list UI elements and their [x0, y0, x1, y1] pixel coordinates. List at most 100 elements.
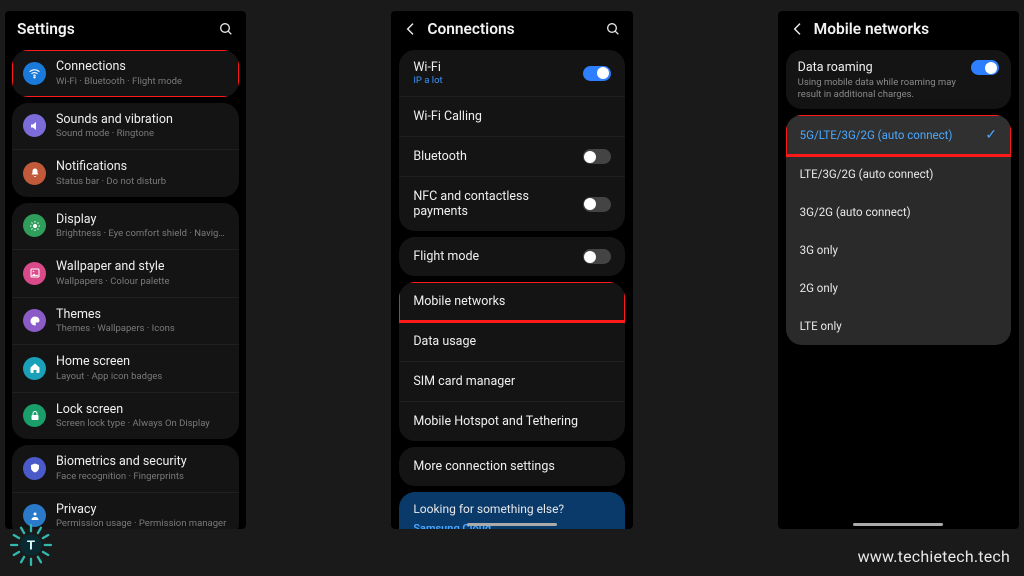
page-title: Connections [427, 20, 596, 38]
option-label: 2G only [800, 281, 997, 295]
row-label: Wi-Fi Calling [413, 109, 610, 124]
network-mode-option[interactable]: LTE/3G/2G (auto connect) [786, 155, 1011, 193]
row-label: Display [56, 212, 228, 228]
option-label: LTE/3G/2G (auto connect) [800, 167, 997, 181]
watermark: www.techietech.tech [858, 547, 1010, 566]
page-title: Settings [17, 20, 210, 38]
row-subtitle: Face recognition · Fingerprints [56, 471, 228, 483]
toggle[interactable] [583, 66, 611, 81]
row-subtitle: IP a lot [413, 75, 572, 86]
check-icon: ✓ [985, 127, 997, 143]
network-mode-option[interactable]: LTE only [786, 307, 1011, 345]
row-subtitle: Screen lock type · Always On Display [56, 418, 228, 430]
connection-row[interactable]: Bluetooth [399, 136, 624, 176]
search-icon[interactable] [218, 21, 234, 37]
connection-row[interactable]: Wi-Fi Calling [399, 96, 624, 136]
palette-icon [23, 309, 46, 332]
row-subtitle: Permission usage · Permission manager [56, 518, 228, 529]
settings-row[interactable]: ConnectionsWi-Fi · Bluetooth · Flight mo… [12, 50, 239, 97]
connection-row[interactable]: More connection settings [399, 447, 624, 486]
row-subtitle: Sound mode · Ringtone [56, 128, 228, 140]
row-label: Mobile Hotspot and Tethering [413, 414, 610, 429]
connection-row[interactable]: Flight mode [399, 237, 624, 276]
connection-row[interactable]: NFC and contactless payments [399, 176, 624, 231]
network-mode-option[interactable]: 5G/LTE/3G/2G (auto connect)✓ [786, 115, 1011, 155]
connection-row[interactable]: Mobile Hotspot and Tethering [399, 401, 624, 441]
row-label: Mobile networks [413, 294, 610, 309]
row-label: Home screen [56, 354, 228, 370]
connection-row[interactable]: Mobile networks [399, 282, 624, 321]
data-roaming-card[interactable]: Data roaming Using mobile data while roa… [786, 50, 1011, 109]
network-mode-option[interactable]: 3G/2G (auto connect) [786, 193, 1011, 231]
connection-row[interactable]: SIM card manager [399, 361, 624, 401]
bell-icon [23, 162, 46, 185]
wallpaper-icon [23, 262, 46, 285]
roaming-title: Data roaming [798, 60, 961, 75]
settings-row[interactable]: Wallpaper and styleWallpapers · Colour p… [12, 249, 239, 297]
settings-row[interactable]: Biometrics and securityFace recognition … [12, 445, 239, 492]
nav-handle[interactable] [467, 523, 557, 526]
site-logo: T [8, 522, 54, 568]
header: Mobile networks [778, 11, 1019, 44]
header: Settings [5, 11, 246, 44]
roaming-subtitle: Using mobile data while roaming may resu… [798, 77, 961, 101]
settings-row[interactable]: Home screenLayout · App icon badges [12, 344, 239, 392]
row-label: Flight mode [413, 249, 572, 264]
home-icon [23, 357, 46, 380]
shield-icon [23, 457, 46, 480]
row-label: Wallpaper and style [56, 259, 228, 275]
back-icon[interactable] [403, 21, 419, 37]
row-subtitle: Status bar · Do not disturb [56, 176, 228, 188]
back-icon[interactable] [790, 21, 806, 37]
option-label: 3G/2G (auto connect) [800, 205, 997, 219]
option-label: 5G/LTE/3G/2G (auto connect) [800, 128, 986, 142]
row-subtitle: Themes · Wallpapers · Icons [56, 323, 228, 335]
settings-row[interactable]: ThemesThemes · Wallpapers · Icons [12, 297, 239, 345]
row-label: Data usage [413, 334, 610, 349]
network-mode-option[interactable]: 2G only [786, 269, 1011, 307]
screen-mobile-networks: Mobile networks Data roaming Using mobil… [778, 11, 1019, 529]
row-subtitle: Wi-Fi · Bluetooth · Flight mode [56, 76, 228, 88]
row-label: Connections [56, 59, 228, 75]
row-label: Privacy [56, 502, 228, 518]
row-label: Biometrics and security [56, 454, 228, 470]
connection-row[interactable]: Data usage [399, 321, 624, 361]
row-label: Bluetooth [413, 149, 572, 164]
settings-row[interactable]: NotificationsStatus bar · Do not disturb [12, 149, 239, 197]
lock-icon [23, 404, 46, 427]
settings-row[interactable]: Sounds and vibrationSound mode · Rington… [12, 103, 239, 150]
row-label: SIM card manager [413, 374, 610, 389]
row-label: NFC and contactless payments [413, 189, 572, 219]
toggle[interactable] [583, 197, 611, 212]
wifi-icon [23, 62, 46, 85]
svg-text:T: T [27, 538, 35, 553]
sound-icon [23, 114, 46, 137]
row-label: More connection settings [413, 459, 610, 474]
page-title: Mobile networks [814, 20, 1007, 38]
option-label: LTE only [800, 319, 997, 333]
search-icon[interactable] [605, 21, 621, 37]
row-label: Themes [56, 307, 228, 323]
row-label: Lock screen [56, 402, 228, 418]
row-subtitle: Wallpapers · Colour palette [56, 276, 228, 288]
connection-row[interactable]: Wi-FiIP a lot [399, 50, 624, 96]
row-subtitle: Layout · App icon badges [56, 371, 228, 383]
roaming-toggle[interactable] [971, 60, 999, 75]
settings-row[interactable]: Lock screenScreen lock type · Always On … [12, 392, 239, 440]
screen-connections: Connections Wi-FiIP a lot Wi-Fi Calling Bl… [391, 11, 632, 529]
nav-handle[interactable] [853, 523, 943, 526]
header: Connections [391, 11, 632, 44]
row-label: Wi-Fi [413, 60, 572, 75]
sun-icon [23, 214, 46, 237]
settings-row[interactable]: DisplayBrightness · Eye comfort shield ·… [12, 203, 239, 250]
network-mode-option[interactable]: 3G only [786, 231, 1011, 269]
row-label: Notifications [56, 159, 228, 175]
toggle[interactable] [583, 149, 611, 164]
row-subtitle: Brightness · Eye comfort shield · Naviga… [56, 228, 228, 240]
option-label: 3G only [800, 243, 997, 257]
screen-settings: Settings ConnectionsWi-Fi · Bluetooth · … [5, 11, 246, 529]
toggle[interactable] [583, 249, 611, 264]
promo-question: Looking for something else? [413, 502, 610, 516]
row-label: Sounds and vibration [56, 112, 228, 128]
network-mode-dropdown: 5G/LTE/3G/2G (auto connect)✓ LTE/3G/2G (a… [786, 115, 1011, 345]
